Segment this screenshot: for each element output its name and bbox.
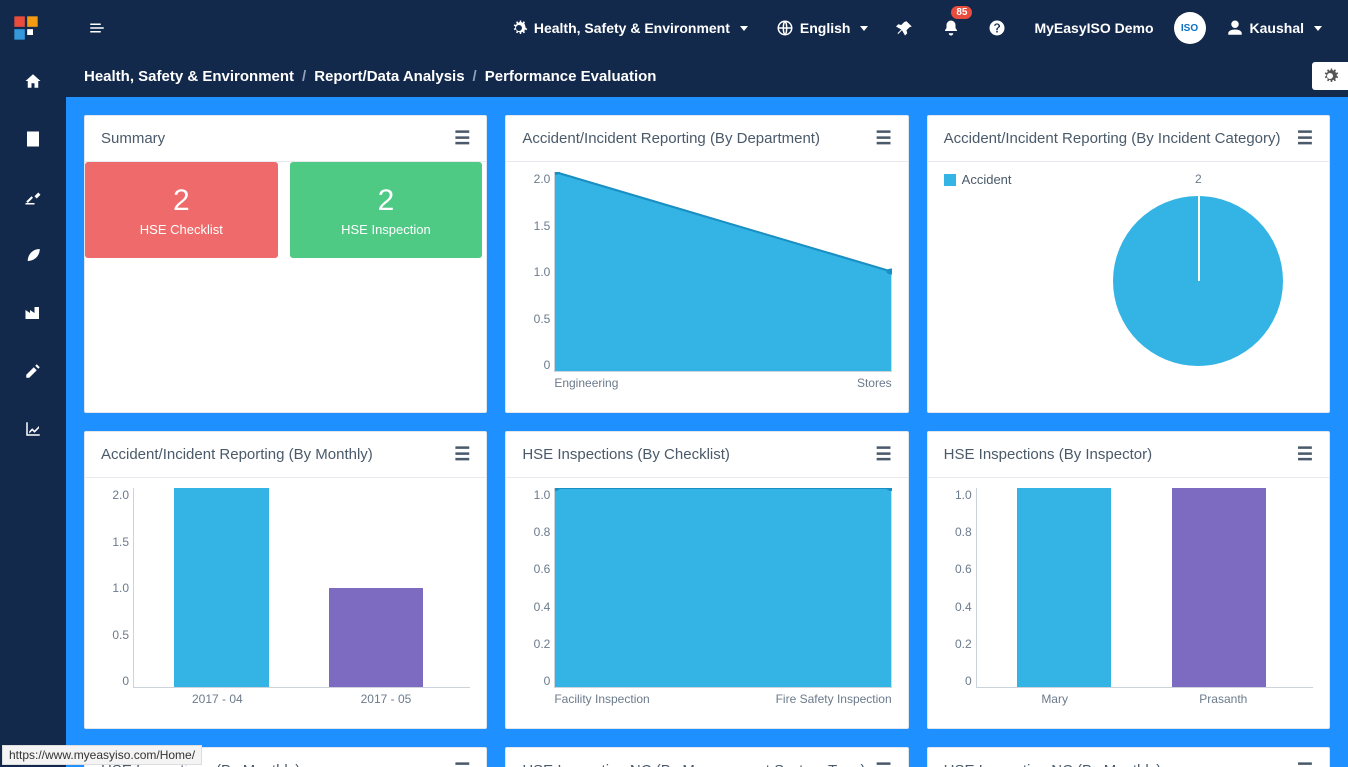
card-menu-icon[interactable]: ☰ bbox=[876, 128, 892, 149]
user-label: Kaushal bbox=[1250, 20, 1304, 36]
card-title: Accident/Incident Reporting (By Incident… bbox=[944, 130, 1281, 147]
pie-legend: Accident bbox=[944, 172, 1064, 187]
card-by-category: Accident/Incident Reporting (By Incident… bbox=[927, 115, 1330, 413]
notification-badge: 85 bbox=[951, 6, 972, 19]
dashboard-grid: Summary ☰ 2 HSE Checklist 2 HSE Inspecti… bbox=[66, 97, 1348, 767]
chart-by-inspector: 1.00.80.60.40.20 Mary Prasanth bbox=[944, 488, 1313, 712]
avatar: ISO bbox=[1174, 12, 1206, 44]
card-summary: Summary ☰ 2 HSE Checklist 2 HSE Inspecti… bbox=[84, 115, 487, 413]
card-accident-monthly: Accident/Incident Reporting (By Monthly)… bbox=[84, 431, 487, 729]
card-menu-icon[interactable]: ☰ bbox=[454, 760, 470, 767]
sidebar-building[interactable] bbox=[22, 128, 44, 150]
card-menu-icon[interactable]: ☰ bbox=[1297, 444, 1313, 465]
chart-accident-monthly: 2.01.51.00.50 2017 - 04 2017 - 05 bbox=[101, 488, 470, 712]
card-title: HSE Inspection NC (By Monthly) bbox=[944, 762, 1162, 767]
card-title: Accident/Incident Reporting (By Departme… bbox=[522, 130, 820, 147]
chevron-down-icon bbox=[1314, 26, 1322, 31]
page-settings-button[interactable] bbox=[1312, 62, 1348, 90]
chevron-down-icon bbox=[860, 26, 868, 31]
card-menu-icon[interactable]: ☰ bbox=[1297, 760, 1313, 767]
card-menu-icon[interactable]: ☰ bbox=[454, 128, 470, 149]
card-by-inspector: HSE Inspections (By Inspector) ☰ 1.00.80… bbox=[927, 431, 1330, 729]
main-content: Health, Safety & Environment / Report/Da… bbox=[66, 56, 1348, 767]
globe-icon bbox=[776, 19, 794, 37]
company-avatar[interactable]: ISO bbox=[1168, 0, 1212, 56]
language-dropdown[interactable]: English bbox=[762, 0, 883, 56]
sidebar-leaf[interactable] bbox=[22, 244, 44, 266]
pin-button[interactable] bbox=[882, 0, 928, 56]
card-title: HSE Inspection NC (By Management System … bbox=[522, 762, 865, 767]
legend-swatch bbox=[944, 174, 956, 186]
question-icon bbox=[988, 19, 1006, 37]
card-by-department: Accident/Incident Reporting (By Departme… bbox=[505, 115, 908, 413]
card-nc-monthly: HSE Inspection NC (By Monthly) ☰ bbox=[927, 747, 1330, 767]
card-title: Summary bbox=[101, 130, 165, 147]
module-dropdown[interactable]: Health, Safety & Environment bbox=[496, 0, 762, 56]
pin-icon bbox=[896, 19, 914, 37]
gear-icon bbox=[510, 19, 528, 37]
status-url: https://www.myeasyiso.com/Home/ bbox=[2, 745, 202, 765]
gear-icon bbox=[1321, 67, 1339, 85]
sidebar-industry[interactable] bbox=[22, 302, 44, 324]
company-label[interactable]: MyEasyISO Demo bbox=[1020, 0, 1167, 56]
sidebar bbox=[0, 56, 66, 767]
pie-chart bbox=[1113, 196, 1283, 366]
card-menu-icon[interactable]: ☰ bbox=[876, 444, 892, 465]
tile-hse-checklist[interactable]: 2 HSE Checklist bbox=[85, 162, 278, 258]
breadcrumb-l1[interactable]: Health, Safety & Environment bbox=[84, 68, 294, 85]
help-button[interactable] bbox=[974, 0, 1020, 56]
card-title: HSE Inspections (By Checklist) bbox=[522, 446, 730, 463]
card-title: Accident/Incident Reporting (By Monthly) bbox=[101, 446, 373, 463]
chevron-down-icon bbox=[740, 26, 748, 31]
card-nc-mstype: HSE Inspection NC (By Management System … bbox=[505, 747, 908, 767]
user-dropdown[interactable]: Kaushal bbox=[1212, 0, 1336, 56]
sidebar-chart[interactable] bbox=[22, 418, 44, 440]
notifications-button[interactable]: 85 bbox=[928, 0, 974, 56]
sidebar-gavel[interactable] bbox=[22, 186, 44, 208]
card-menu-icon[interactable]: ☰ bbox=[1297, 128, 1313, 149]
sidebar-home[interactable] bbox=[22, 70, 44, 92]
bell-icon bbox=[942, 19, 960, 37]
app-logo[interactable] bbox=[12, 14, 40, 42]
module-label: Health, Safety & Environment bbox=[534, 20, 730, 36]
menu-toggle-icon[interactable] bbox=[80, 19, 114, 37]
card-menu-icon[interactable]: ☰ bbox=[454, 444, 470, 465]
language-label: English bbox=[800, 20, 851, 36]
card-title: HSE Inspections (By Inspector) bbox=[944, 446, 1152, 463]
card-menu-icon[interactable]: ☰ bbox=[876, 760, 892, 767]
breadcrumb-l2[interactable]: Report/Data Analysis bbox=[314, 68, 464, 85]
tile-hse-inspection[interactable]: 2 HSE Inspection bbox=[290, 162, 483, 258]
user-icon bbox=[1226, 19, 1244, 37]
breadcrumb: Health, Safety & Environment / Report/Da… bbox=[66, 56, 1348, 97]
breadcrumb-l3: Performance Evaluation bbox=[485, 68, 657, 85]
sidebar-edit[interactable] bbox=[22, 360, 44, 382]
chart-by-checklist: 1.00.80.60.40.20 Facility Inspection Fir… bbox=[522, 488, 891, 712]
card-by-checklist: HSE Inspections (By Checklist) ☰ 1.00.80… bbox=[505, 431, 908, 729]
chart-by-department: 2.01.51.00.50 Engineering Stores bbox=[522, 172, 891, 396]
topbar: Health, Safety & Environment English 85 … bbox=[0, 0, 1348, 56]
